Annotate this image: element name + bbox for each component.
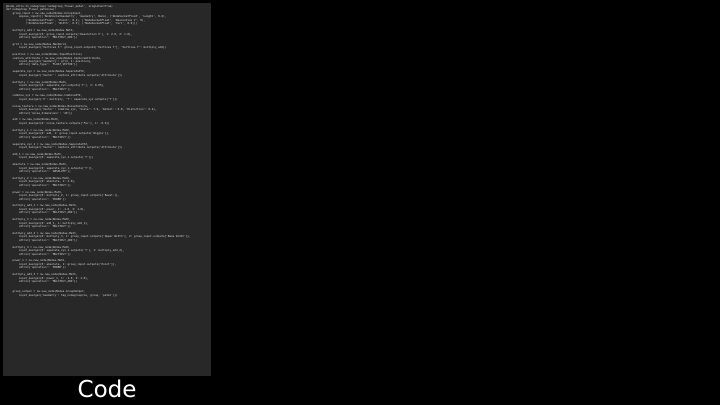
code-line: input_kwargs={'Geometry': tag_nodegroup(… xyxy=(6,292,118,297)
code-panel: @node_utils.to_nodegroup('nodegroup_flow… xyxy=(3,3,211,376)
code-line: input_kwargs={'Vertices X': group_input.… xyxy=(6,45,167,50)
slide-caption: Code xyxy=(77,377,137,403)
code-block: @node_utils.to_nodegroup('nodegroup_flow… xyxy=(6,4,190,297)
